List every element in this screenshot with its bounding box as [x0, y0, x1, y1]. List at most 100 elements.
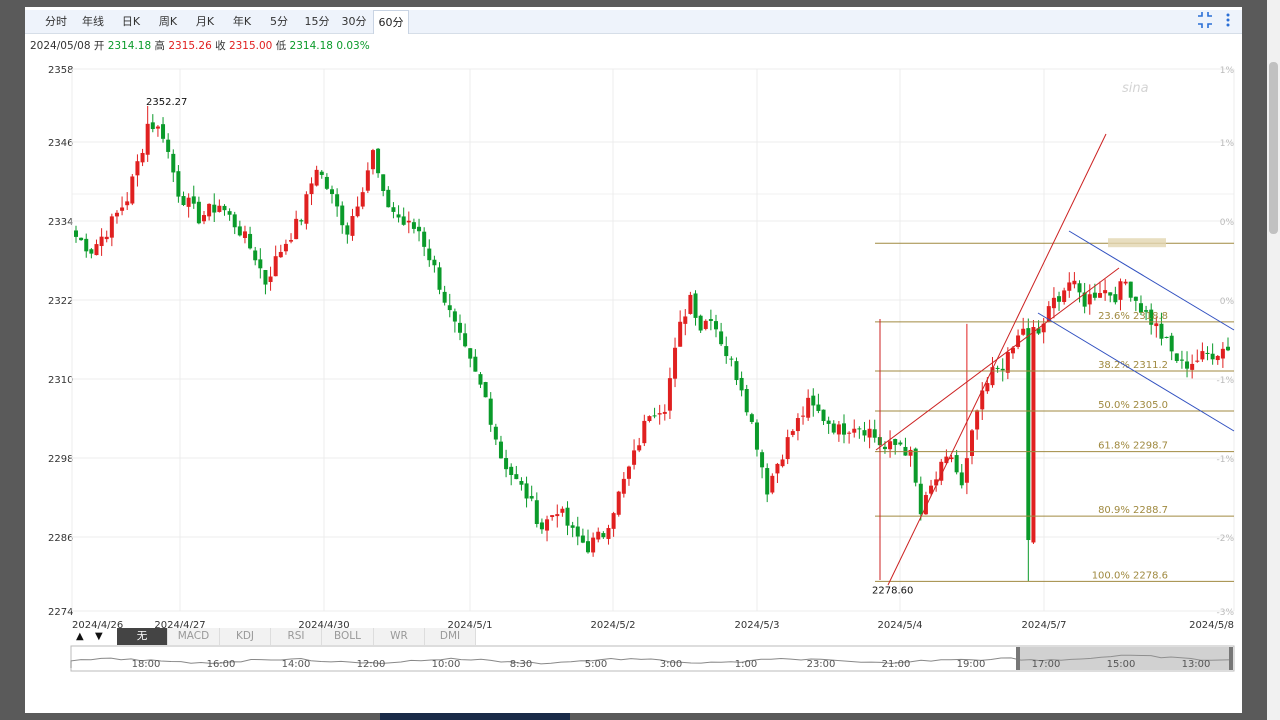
candle-body — [545, 519, 550, 531]
navigator-time-label: 19:00 — [957, 659, 986, 670]
right-tick-label: -3% — [1216, 608, 1234, 618]
candle-body — [754, 422, 759, 450]
candle-body — [836, 424, 841, 435]
candle-body — [1154, 323, 1159, 327]
fib-label: 50.0% 2305.0 — [1098, 400, 1168, 411]
fib-top-label-blur — [1108, 238, 1166, 248]
y-tick-label: 2274 — [48, 607, 73, 618]
indicator-kdj[interactable]: KDJ — [220, 628, 271, 645]
right-tick-label: 1% — [1220, 66, 1235, 76]
candle-body — [724, 346, 729, 357]
candle-body — [826, 420, 831, 424]
candle-body — [365, 170, 370, 191]
candle-body — [975, 410, 980, 430]
candle-body — [504, 458, 509, 470]
candle-body — [468, 348, 473, 359]
indicator-wr[interactable]: WR — [374, 628, 425, 645]
candle-body — [268, 276, 273, 283]
candle-body — [647, 416, 652, 422]
candle-body — [775, 463, 780, 474]
candle-body — [744, 389, 749, 413]
candle-body — [908, 449, 913, 456]
navigator-time-label: 23:00 — [807, 659, 836, 670]
candle-body — [171, 153, 176, 173]
candle-body — [1200, 351, 1205, 360]
channel-line-blue — [1037, 312, 1235, 432]
navigator-time-label: 3:00 — [660, 659, 682, 670]
candle-body — [212, 204, 217, 213]
navigator-time-label: 10:00 — [432, 659, 461, 670]
candle-body — [253, 250, 258, 261]
candle-body — [176, 171, 181, 197]
indicator-rsi[interactable]: RSI — [271, 628, 322, 645]
candle-body — [1077, 283, 1082, 293]
candle-body — [1226, 346, 1230, 351]
navigator-time-label: 5:00 — [585, 659, 607, 670]
candle-body — [109, 216, 114, 238]
candle-body — [114, 212, 119, 217]
indicator-dmi[interactable]: DMI — [425, 628, 476, 645]
candle-body — [519, 480, 524, 485]
candle-body — [258, 259, 263, 269]
candle-body — [570, 525, 575, 528]
candle-body — [770, 475, 775, 493]
candle-body — [872, 429, 877, 438]
candle-body — [949, 457, 954, 460]
candle-body — [698, 315, 703, 331]
candlestick-chart[interactable]: 2358 1% 2346 1% 2334 0% 2322 0% 2310 -1% 2298 -1% 22… — [0, 0, 1280, 720]
candle-body — [1057, 296, 1062, 302]
candle-body — [386, 189, 391, 208]
candle-body — [1067, 282, 1072, 291]
candle-body — [703, 320, 708, 329]
candle-body — [324, 176, 329, 189]
candle-body — [765, 468, 770, 495]
fib-label: 100.0% 2278.6 — [1092, 570, 1168, 581]
candle-body — [94, 244, 99, 256]
candle-body — [186, 197, 191, 207]
low-annotation: 2278.60 — [872, 585, 913, 596]
right-tick-label: 0% — [1220, 297, 1235, 307]
candle-body — [882, 446, 887, 450]
candle-body — [954, 455, 959, 473]
candle-body — [360, 192, 365, 207]
candle-body — [463, 333, 468, 347]
candle-body — [719, 331, 724, 345]
candle-body — [529, 496, 534, 499]
indicator-none[interactable]: 无 — [117, 628, 168, 645]
arrow-down-icon[interactable]: ▼ — [95, 628, 103, 645]
candle-body — [642, 420, 647, 444]
candle-body — [304, 194, 309, 224]
candle-body — [534, 500, 539, 524]
candle-body — [729, 358, 734, 360]
candle-body — [1164, 336, 1169, 338]
candle-body — [780, 459, 785, 467]
navigator-time-label: 17:00 — [1032, 659, 1061, 670]
arrow-up-icon[interactable]: ▲ — [76, 628, 84, 645]
navigator-time-label: 16:00 — [207, 659, 236, 670]
candle-body — [340, 205, 345, 226]
candle-body — [263, 270, 268, 285]
candle-body — [104, 236, 109, 240]
indicator-boll[interactable]: BOLL — [322, 628, 374, 645]
candle-body — [319, 171, 324, 175]
candle-body — [1103, 290, 1108, 294]
right-tick-label: -1% — [1216, 376, 1234, 386]
candle-body — [207, 203, 212, 217]
candle-body — [964, 458, 969, 483]
x-tick-label: 2024/5/7 — [1022, 620, 1067, 631]
high-annotation: 2352.27 — [146, 97, 187, 108]
candle-body — [1098, 293, 1102, 298]
candle-body — [790, 431, 795, 435]
candle-body — [626, 466, 631, 479]
candle-body — [509, 466, 514, 475]
candle-body — [294, 218, 299, 240]
candle-body — [155, 126, 160, 129]
right-tick-label: -2% — [1216, 534, 1234, 544]
indicator-macd[interactable]: MACD — [168, 628, 220, 645]
candle-body — [299, 220, 304, 222]
y-tick-label: 2286 — [48, 533, 73, 544]
candle-body — [913, 448, 918, 483]
candle-body — [196, 201, 201, 224]
candle-body — [422, 231, 427, 247]
candle-body — [959, 472, 964, 486]
